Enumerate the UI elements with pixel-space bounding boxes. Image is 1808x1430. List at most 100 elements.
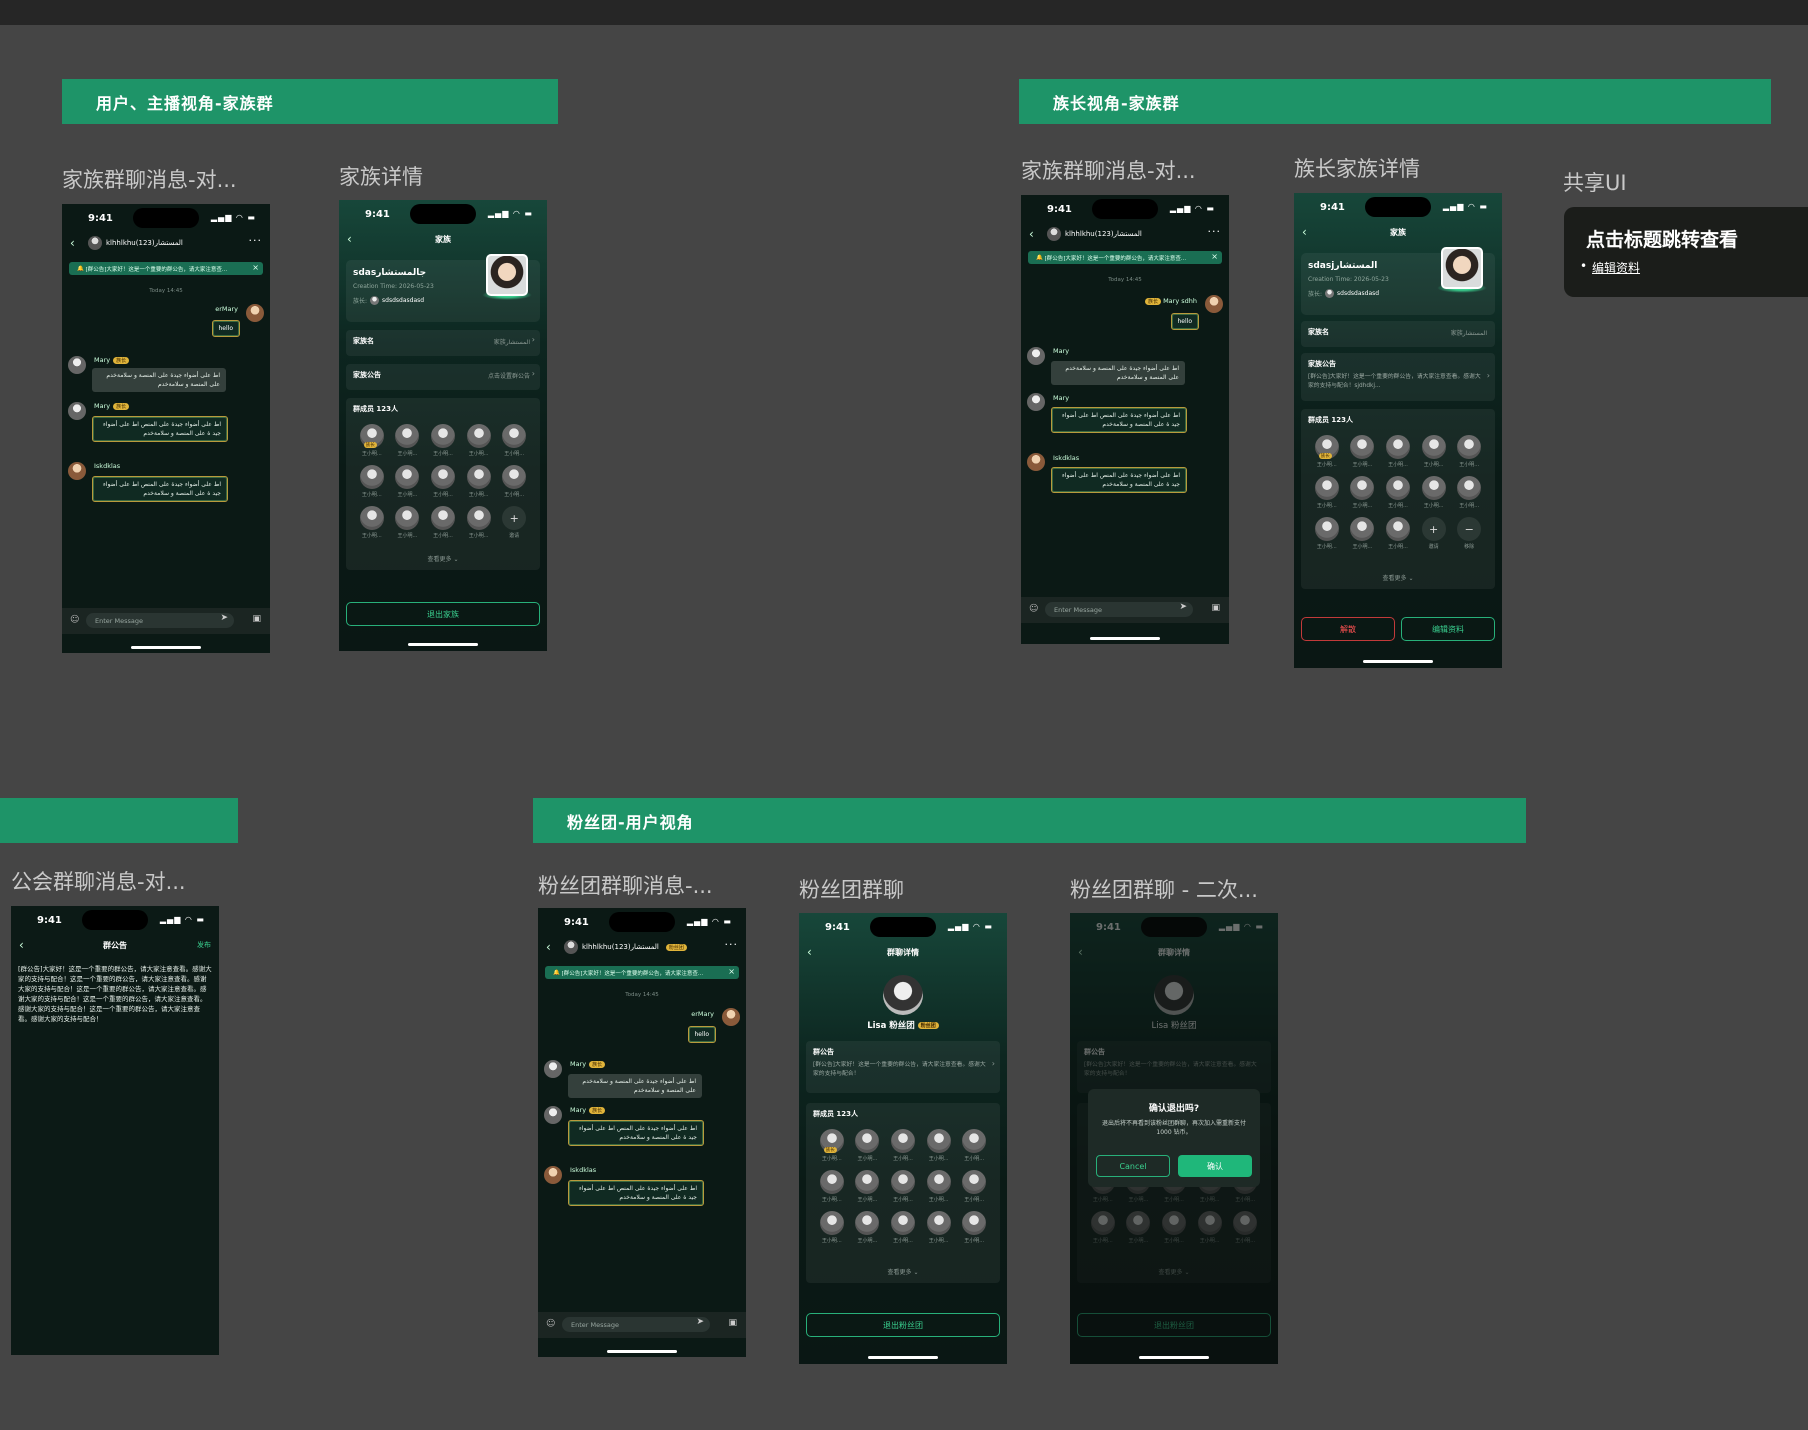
member-item[interactable]: 王小明... (1451, 476, 1487, 509)
message-bubble[interactable]: اط على أضواء جيدة على المنص اط على أضواء… (92, 476, 228, 502)
image-icon[interactable]: ▣ (1211, 603, 1220, 613)
close-icon[interactable]: × (252, 263, 259, 272)
invite-button[interactable]: + 邀请 (1416, 517, 1452, 550)
frame-title[interactable]: 共享UI (1563, 167, 1627, 197)
avatar[interactable] (722, 1008, 740, 1026)
image-icon[interactable]: ▣ (252, 614, 261, 624)
avatar[interactable] (1027, 453, 1045, 471)
member-item[interactable]: 王小明... (496, 424, 532, 457)
see-more-link[interactable]: 查看更多 ⌄ (346, 554, 540, 563)
message-bubble[interactable]: اط على أضواء جيدة على المنص اط على أضواء… (1051, 407, 1187, 433)
member-item[interactable]: 王小明... (814, 1211, 850, 1244)
member-item[interactable]: 王小明... (390, 506, 426, 539)
avatar[interactable] (1027, 347, 1045, 365)
cancel-button[interactable]: Cancel (1096, 1155, 1170, 1177)
member-item[interactable]: 王小明... (1416, 435, 1452, 468)
member-item[interactable]: 王小明... (885, 1170, 921, 1203)
message-bubble[interactable]: hello (1170, 313, 1199, 330)
member-item[interactable]: 王小明... (1380, 517, 1416, 550)
close-icon[interactable]: × (728, 967, 735, 976)
member-item[interactable]: 王小明... (1380, 435, 1416, 468)
emoji-icon[interactable]: ☺ (546, 1319, 555, 1329)
quit-family-button[interactable]: 退出家族 (346, 602, 540, 626)
section-band-guild[interactable] (0, 798, 238, 843)
group-title[interactable]: klhhlkhuالمستشار(123) (88, 236, 183, 250)
member-item[interactable]: 王小明... (885, 1129, 921, 1162)
invite-button[interactable]: + 邀请 (496, 506, 532, 539)
see-more-link[interactable]: 查看更多 ⌄ (1301, 573, 1495, 582)
remove-button[interactable]: − 移除 (1451, 517, 1487, 550)
member-item[interactable]: 王小明... (425, 465, 461, 498)
send-icon[interactable]: ➤ (220, 613, 228, 623)
member-item[interactable]: 王小明... (956, 1170, 992, 1203)
member-item[interactable]: 王小明... (390, 424, 426, 457)
family-photo[interactable] (1441, 247, 1483, 289)
message-bubble[interactable]: اط على أضواء جيدة على المنصة و سلامةخدم … (1051, 361, 1185, 385)
member-item[interactable]: 王小明... (496, 465, 532, 498)
send-icon[interactable]: ➤ (1179, 602, 1187, 612)
message-input[interactable]: Enter Message (1045, 602, 1193, 617)
family-name-row[interactable]: 家族名 家族المستشار (1301, 321, 1495, 347)
frame-title[interactable]: 公会群聊消息-对... (11, 866, 186, 896)
frame-title[interactable]: 族长家族详情 (1294, 153, 1420, 183)
frame-title[interactable]: 粉丝团群聊消息-... (538, 870, 713, 900)
frame-title[interactable]: 粉丝团群聊 (799, 874, 904, 904)
family-notice-row[interactable]: 家族公告 [群公告]大家好！这是一个重要的群公告，请大家注意查看。感谢大家的支持与… (1301, 353, 1495, 401)
frame-title[interactable]: 粉丝团群聊 - 二次... (1070, 874, 1258, 904)
avatar[interactable] (68, 462, 86, 480)
avatar[interactable] (544, 1106, 562, 1124)
message-input[interactable]: Enter Message (562, 1317, 710, 1332)
member-item[interactable]: 王小明... (850, 1211, 886, 1244)
member-item[interactable]: 王小明... (461, 465, 497, 498)
member-item[interactable]: 王小明... (885, 1211, 921, 1244)
member-item[interactable]: 族长 王小明... (1309, 435, 1345, 468)
member-item[interactable]: 王小明... (850, 1170, 886, 1203)
member-item[interactable]: 王小明... (425, 506, 461, 539)
group-title[interactable]: klhhlkhuالمستشار(123) (1047, 227, 1142, 241)
member-item[interactable]: 王小明... (1380, 476, 1416, 509)
avatar[interactable] (1027, 393, 1045, 411)
close-icon[interactable]: × (1211, 252, 1218, 261)
emoji-icon[interactable]: ☺ (1029, 604, 1038, 614)
message-bubble[interactable]: hello (211, 320, 240, 337)
chevron-left-icon[interactable]: ‹ (1029, 227, 1034, 241)
edit-profile-link[interactable]: 编辑资料 (1580, 259, 1640, 276)
disband-button[interactable]: 解散 (1301, 617, 1395, 641)
member-item[interactable]: 王小明... (354, 465, 390, 498)
group-title[interactable]: klhhlkhuالمستشار(123) 粉丝团 (564, 940, 687, 954)
image-icon[interactable]: ▣ (728, 1318, 737, 1328)
family-notice-row[interactable]: 家族公告 点击设置群公告 › (346, 364, 540, 390)
member-item[interactable]: 王小明... (1416, 476, 1452, 509)
notice-bar[interactable]: 🔔 [群公告]大家好！这是一个重要的群公告，请大家注意查... × (545, 966, 739, 979)
member-item[interactable]: 王小明... (921, 1211, 957, 1244)
family-name-row[interactable]: 家族名 家族المستشار › (346, 330, 540, 356)
member-item[interactable]: 王小明... (1451, 435, 1487, 468)
notice-bar[interactable]: 🔔 [群公告]大家好！这是一个重要的群公告，请大家注意查... × (1028, 251, 1222, 264)
member-item[interactable]: 王小明... (390, 465, 426, 498)
message-bubble[interactable]: اط على أضواء جيدة على المنصة و سلامةخدم … (92, 368, 226, 392)
message-bubble[interactable]: اط على أضواء جيدة على المنص اط على أضواء… (92, 416, 228, 442)
frame-title[interactable]: 家族群聊消息-对... (1021, 155, 1196, 185)
member-item[interactable]: 王小明... (921, 1170, 957, 1203)
avatar[interactable] (246, 304, 264, 322)
frame-title[interactable]: 家族群聊消息-对... (62, 164, 237, 194)
member-item[interactable]: 王小明... (1345, 476, 1381, 509)
ellipsis-icon[interactable]: ··· (249, 234, 263, 247)
member-item[interactable]: 族长 王小明... (354, 424, 390, 457)
section-band-leader-family[interactable]: 族长视角-家族群 (1019, 79, 1771, 124)
frame-title[interactable]: 家族详情 (339, 161, 423, 191)
family-photo[interactable] (486, 254, 528, 296)
edit-profile-button[interactable]: 编辑资料 (1401, 617, 1495, 641)
member-item[interactable]: 王小明... (814, 1170, 850, 1203)
member-item[interactable]: 王小明... (1309, 517, 1345, 550)
chevron-left-icon[interactable]: ‹ (70, 236, 75, 250)
fans-notice-row[interactable]: 群公告 [群公告]大家好！这是一个重要的群公告，请大家注意查看。感谢大家的支持与配… (806, 1041, 1000, 1093)
ellipsis-icon[interactable]: ··· (1208, 225, 1222, 238)
avatar[interactable] (1205, 295, 1223, 313)
avatar[interactable] (544, 1166, 562, 1184)
member-item[interactable]: 王小明... (354, 506, 390, 539)
message-bubble[interactable]: اط على أضواء جيدة على المنص اط على أضواء… (568, 1120, 704, 1146)
member-item[interactable]: 王小明... (1309, 476, 1345, 509)
member-item[interactable]: 王小明... (1345, 517, 1381, 550)
emoji-icon[interactable]: ☺ (70, 615, 79, 625)
